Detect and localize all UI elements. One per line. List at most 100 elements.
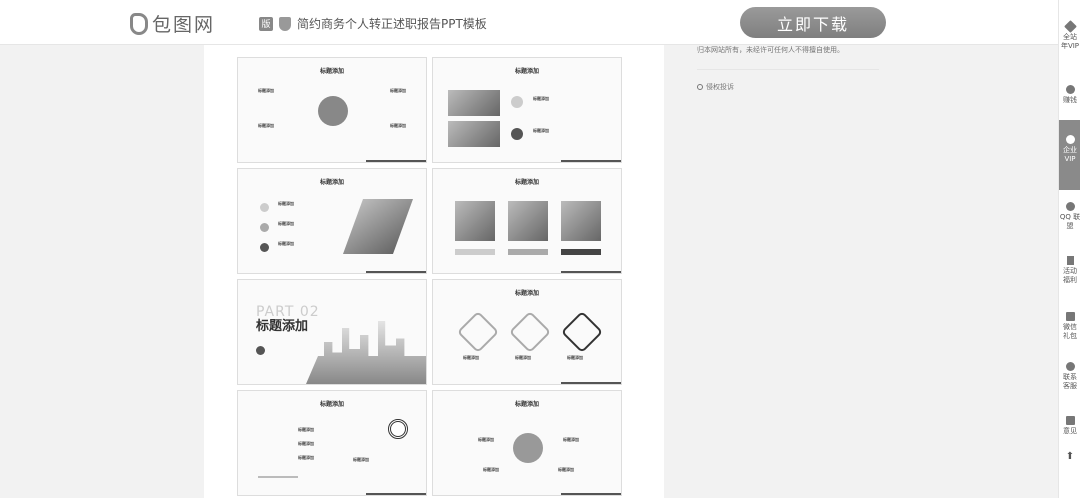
shield-icon <box>279 16 291 31</box>
slide-item-label: 标题添加 <box>478 437 494 442</box>
sidebar-item-support[interactable]: 联系 客服 <box>1059 362 1080 391</box>
slide-bar <box>561 493 621 495</box>
right-sidebar: 全站 年VIP 赚钱 企业 VIP QQ 联盟 活动 福利 微信 礼包 联系 客… <box>1058 0 1080 498</box>
enterprise-icon <box>1065 135 1075 144</box>
diamond-icon <box>1063 20 1077 33</box>
coin-icon <box>1065 85 1075 94</box>
top-bar: 包图网 版 简约商务个人转正述职报告PPT模板 立即下载 <box>0 0 1058 45</box>
sidebar-item-earn[interactable]: 赚钱 <box>1059 85 1080 105</box>
slide-dot-icon <box>511 96 523 108</box>
document-title-area: 版 简约商务个人转正述职报告PPT模板 <box>259 15 487 32</box>
check-hex-icon <box>508 310 552 354</box>
slide-item-label: 标题添加 <box>278 221 294 226</box>
sidebar-item-feedback[interactable]: 意见 <box>1059 416 1080 436</box>
slide-thumbnail[interactable]: 标题添加 标题添加 标题添加 <box>432 57 622 163</box>
sidebar-item-events[interactable]: 活动 福利 <box>1059 256 1080 285</box>
edit-icon <box>1065 416 1075 425</box>
slide-bar <box>366 160 426 162</box>
report-icon <box>697 84 703 90</box>
report-label: 侵权投诉 <box>706 83 734 91</box>
slide-heading: 标题添加 <box>514 290 539 297</box>
city-skyline-image <box>306 321 426 384</box>
slide-heading: 标题添加 <box>514 401 539 408</box>
sidebar-item-vip[interactable]: 全站 年VIP <box>1059 20 1080 51</box>
slide-heading: 标题添加 <box>319 179 344 186</box>
slide-bar <box>366 271 426 273</box>
slide-item-label: 标题添加 <box>390 123 406 128</box>
site-logo[interactable]: 包图网 <box>130 10 215 37</box>
slide-photo <box>561 201 601 241</box>
slide-item-label: 标题添加 <box>567 355 583 360</box>
slide-thumbnail[interactable]: 标题添加 <box>432 168 622 274</box>
gift-icon <box>1065 312 1075 321</box>
slide-dot-icon <box>511 128 523 140</box>
slide-item-label: 标题添加 <box>298 427 314 432</box>
slide-photo <box>448 121 500 147</box>
slide-bar <box>561 382 621 384</box>
sidebar-item-enterprise-vip[interactable]: 企业 VIP <box>1059 120 1080 190</box>
document-title: 简约商务个人转正述职报告PPT模板 <box>297 17 487 31</box>
slide-heading: 标题添加 <box>319 401 344 408</box>
center-image <box>513 433 543 463</box>
slide-item-label: 标题添加 <box>298 455 314 460</box>
slide-item-label: 标题添加 <box>558 467 574 472</box>
logo-mark-icon <box>130 12 148 35</box>
gear-hex-icon <box>560 310 604 354</box>
download-button[interactable]: 立即下载 <box>740 7 886 38</box>
back-to-top-button[interactable]: ⬆ <box>1059 451 1080 462</box>
copyright-badge-icon: 版 <box>259 16 273 31</box>
help-icon <box>1065 362 1075 371</box>
slide-photo <box>508 201 548 241</box>
slide-item-label: 标题添加 <box>278 241 294 246</box>
back-to-top-icon: ⬆ <box>1065 451 1075 462</box>
slide-label-bar <box>508 249 548 255</box>
copyright-notice: 归本网站所有，未经许可任何人不得擅自使用。 <box>697 45 879 70</box>
slide-item-label: 标题添加 <box>483 467 499 472</box>
slide-photo <box>455 201 495 241</box>
center-image <box>318 96 348 126</box>
qq-icon <box>1065 202 1075 211</box>
slide-thumbnail[interactable]: 标题添加 标题添加 标题添加 标题添加 标题添加 <box>432 390 622 496</box>
document-hex-icon <box>456 310 500 354</box>
sidebar-item-label: 意见 <box>1063 427 1077 435</box>
slide-item-label: 标题添加 <box>258 123 274 128</box>
slide-dot-icon <box>260 223 269 232</box>
slide-heading: 标题添加 <box>514 68 539 75</box>
slide-thumbnail[interactable]: 标题添加 标题添加 标题添加 标题添加 标题添加 <box>237 57 427 163</box>
slide-bar <box>366 493 426 495</box>
slide-bar <box>561 160 621 162</box>
slide-item-label: 标题添加 <box>515 355 531 360</box>
slide-photo <box>448 90 500 116</box>
report-infringement-link[interactable]: 侵权投诉 <box>697 82 879 92</box>
sidebar-item-qq[interactable]: QQ 联盟 <box>1059 202 1080 231</box>
sidebar-item-label: QQ 联盟 <box>1059 213 1080 230</box>
slide-photo <box>342 199 414 254</box>
arrow-circle-icon <box>256 346 265 355</box>
slide-item-label: 标题添加 <box>258 88 274 93</box>
preview-panel: 标题添加 标题添加 标题添加 标题添加 标题添加 标题添加 标题添加 标题添加 … <box>204 45 664 498</box>
slide-thumbnail[interactable]: PART 02 标题添加 <box>237 279 427 385</box>
slide-item-label: 标题添加 <box>533 96 549 101</box>
slide-dot-icon <box>260 243 269 252</box>
arrow-line <box>258 476 298 478</box>
part-title: 标题添加 <box>256 319 309 334</box>
slide-item-label: 标题添加 <box>533 128 549 133</box>
sidebar-item-label: 微信 礼包 <box>1063 323 1077 340</box>
slide-label-bar <box>561 249 601 255</box>
slide-thumbnail[interactable]: 标题添加 标题添加 标题添加 标题添加 <box>237 168 427 274</box>
target-icon <box>388 419 408 439</box>
slide-thumbnail[interactable]: 标题添加 标题添加 标题添加 标题添加 标题添加 <box>237 390 427 496</box>
logo-text: 包图网 <box>152 14 216 36</box>
flag-icon <box>1066 256 1074 265</box>
slide-item-label: 标题添加 <box>278 201 294 206</box>
slide-item-label: 标题添加 <box>353 457 369 462</box>
info-panel: 归本网站所有，未经许可任何人不得擅自使用。 侵权投诉 <box>697 45 879 92</box>
slide-thumbnail[interactable]: 标题添加 标题添加 标题添加 标题添加 <box>432 279 622 385</box>
sidebar-item-wechat-gift[interactable]: 微信 礼包 <box>1059 312 1080 341</box>
sidebar-item-label: 赚钱 <box>1063 96 1077 104</box>
sidebar-item-label: 联系 客服 <box>1063 373 1077 390</box>
slide-item-label: 标题添加 <box>563 437 579 442</box>
sidebar-item-label: 活动 福利 <box>1063 267 1077 284</box>
sidebar-item-label: 企业 VIP <box>1063 146 1077 163</box>
slide-item-label: 标题添加 <box>390 88 406 93</box>
